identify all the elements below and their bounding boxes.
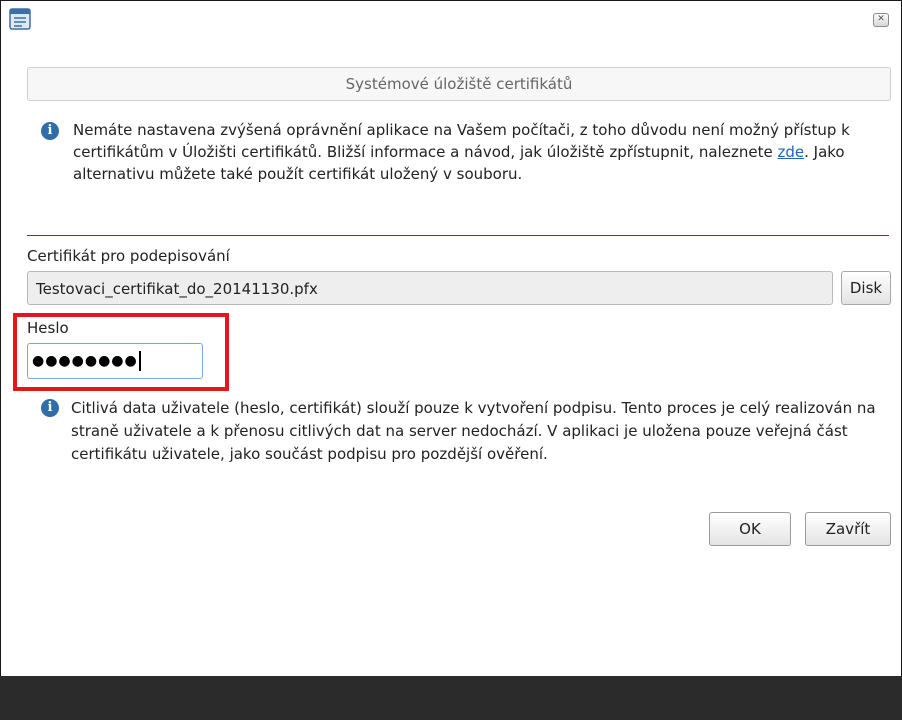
footer-bar bbox=[0, 676, 902, 720]
certificate-file-field[interactable]: Testovaci_certifikat_do_20141130.pfx bbox=[27, 271, 833, 305]
title-bar: ✕ bbox=[1, 1, 901, 39]
close-icon[interactable]: ✕ bbox=[873, 13, 889, 27]
section-title: Systémové úložiště certifikátů bbox=[27, 67, 891, 101]
disk-button[interactable]: Disk bbox=[841, 271, 891, 305]
notice-text-start: Nemáte nastavena zvýšená oprávnění aplik… bbox=[73, 121, 850, 161]
window-icon bbox=[9, 8, 31, 30]
info-icon: i bbox=[41, 399, 59, 417]
elevation-notice: Nemáte nastavena zvýšená oprávnění aplik… bbox=[73, 119, 873, 185]
ok-button[interactable]: OK bbox=[709, 512, 791, 546]
certificate-dialog: ✕ Systémové úložiště certifikátů i Nemát… bbox=[0, 0, 902, 720]
close-button[interactable]: Zavřít bbox=[805, 512, 891, 546]
help-link[interactable]: zde bbox=[777, 143, 804, 161]
certificate-label: Certifikát pro podepisování bbox=[27, 247, 230, 265]
info-icon: i bbox=[41, 122, 59, 140]
highlight-box bbox=[13, 313, 229, 391]
divider bbox=[27, 235, 889, 236]
privacy-notice: Citlivá data uživatele (heslo, certifiká… bbox=[71, 399, 876, 463]
